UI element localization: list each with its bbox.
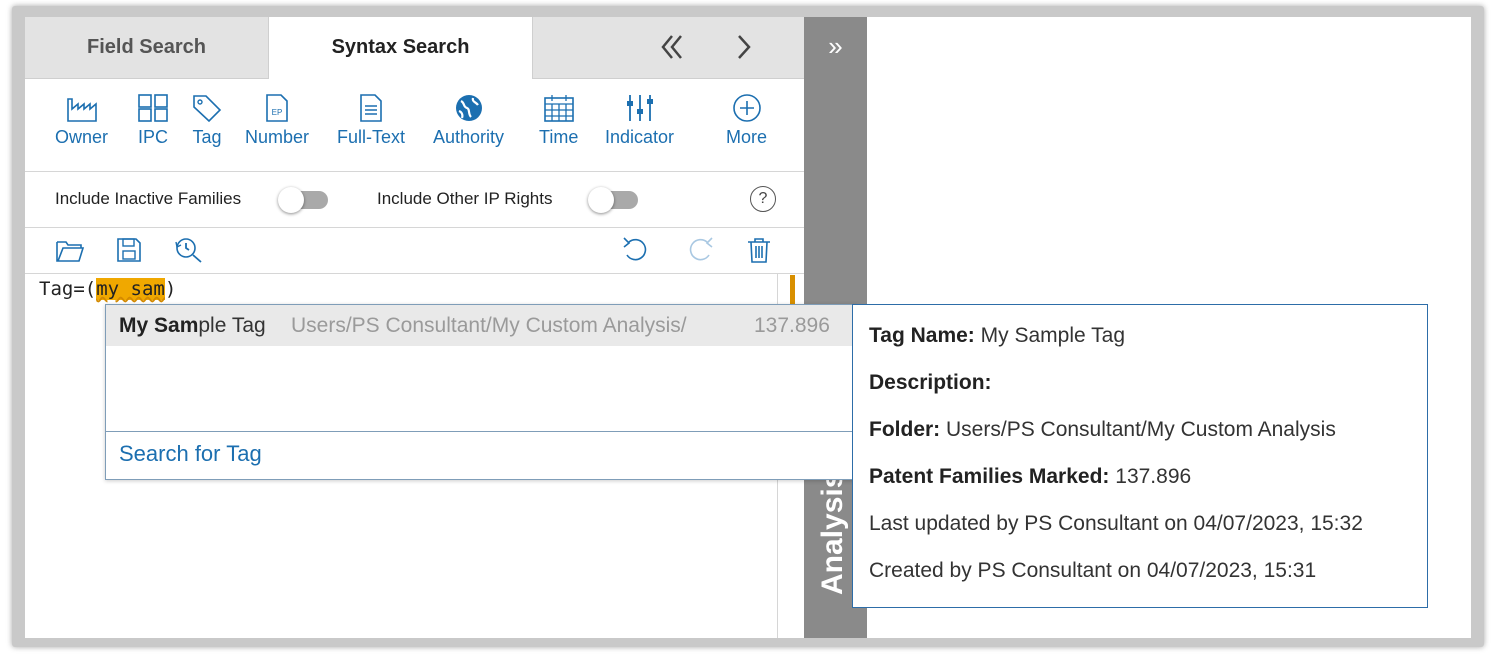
detail-last-updated: Last updated by PS Consultant on 04/07/2… bbox=[869, 512, 1363, 535]
dropdown-footer: Search for Tag bbox=[106, 431, 858, 480]
suggestion-path: Users/PS Consultant/My Custom Analysis/ bbox=[291, 314, 687, 337]
detail-description: Description: bbox=[869, 371, 992, 394]
tool-time-button[interactable]: Time bbox=[539, 93, 578, 148]
tool-owner-button[interactable]: Owner bbox=[55, 93, 108, 148]
detail-folder: Folder: Users/PS Consultant/My Custom An… bbox=[869, 418, 1336, 441]
search-for-tag-link[interactable]: Search for Tag bbox=[119, 441, 262, 467]
screen: Field Search Syntax Search Owner IPC Tag bbox=[25, 17, 1471, 638]
inactive-families-toggle[interactable] bbox=[278, 187, 330, 213]
filter-toggles: Include Inactive Families Include Other … bbox=[25, 172, 804, 228]
other-ip-rights-toggle[interactable] bbox=[588, 187, 640, 213]
tool-number-button[interactable]: EP Number bbox=[245, 93, 309, 148]
detail-tag-name: Tag Name: My Sample Tag bbox=[869, 324, 1126, 347]
suggestion-item[interactable]: My Sample Tag Users/PS Consultant/My Cus… bbox=[106, 305, 858, 346]
query-suffix: ) bbox=[164, 278, 177, 300]
redo-icon[interactable] bbox=[685, 236, 715, 264]
ep-document-icon: EP bbox=[266, 94, 288, 122]
save-icon[interactable] bbox=[115, 236, 143, 264]
tool-ipc-button[interactable]: IPC bbox=[137, 93, 169, 148]
autocomplete-dropdown: My Sample Tag Users/PS Consultant/My Cus… bbox=[105, 304, 859, 480]
tool-tag-button[interactable]: Tag bbox=[191, 93, 223, 148]
tag-icon bbox=[193, 95, 222, 123]
other-ip-rights-label: Include Other IP Rights bbox=[377, 189, 553, 208]
query-prefix: Tag=( bbox=[39, 278, 97, 300]
history-search-icon[interactable] bbox=[173, 236, 205, 264]
factory-icon bbox=[66, 98, 97, 122]
tab-bar: Field Search Syntax Search bbox=[25, 17, 804, 79]
tab-syntax-search[interactable]: Syntax Search bbox=[269, 17, 533, 79]
tab-field-search[interactable]: Field Search bbox=[25, 17, 269, 78]
open-folder-icon[interactable] bbox=[55, 236, 85, 264]
calendar-icon bbox=[543, 95, 574, 122]
help-icon[interactable]: ? bbox=[750, 186, 776, 212]
query-highlight: my sam bbox=[96, 278, 165, 300]
text-document-icon bbox=[360, 94, 382, 122]
query-text[interactable]: Tag=(my sam) bbox=[39, 278, 176, 300]
editor-actions bbox=[25, 228, 804, 274]
globe-icon bbox=[455, 95, 482, 121]
grid-icon bbox=[138, 94, 168, 122]
undo-icon[interactable] bbox=[621, 236, 651, 264]
suggestion-name: My Sample Tag bbox=[119, 314, 266, 337]
svg-text:EP: EP bbox=[272, 108, 283, 117]
detail-families-marked: Patent Families Marked: 137.896 bbox=[869, 465, 1192, 488]
double-chevron-left-icon[interactable] bbox=[647, 17, 697, 78]
editor-marker bbox=[790, 275, 795, 305]
search-tools: Owner IPC Tag EP Number Full-Text Author… bbox=[25, 79, 804, 172]
tool-more-button[interactable]: More bbox=[726, 93, 767, 148]
inactive-families-label: Include Inactive Families bbox=[55, 189, 242, 208]
tag-details-panel: Tag Name: My Sample Tag Description: Fol… bbox=[852, 304, 1428, 608]
plus-circle-icon bbox=[732, 94, 761, 122]
tool-indicator-button[interactable]: Indicator bbox=[605, 93, 674, 148]
sliders-icon bbox=[626, 95, 653, 121]
expand-panel-icon[interactable]: » bbox=[804, 31, 867, 62]
tool-fulltext-button[interactable]: Full-Text bbox=[337, 93, 405, 148]
trash-icon[interactable] bbox=[745, 236, 773, 264]
suggestion-count: 137.896 bbox=[754, 314, 830, 337]
detail-created: Created by PS Consultant on 04/07/2023, … bbox=[869, 559, 1317, 582]
chevron-right-icon[interactable] bbox=[719, 17, 769, 78]
tool-authority-button[interactable]: Authority bbox=[433, 93, 504, 148]
analysis-strip-label[interactable]: Analysis bbox=[816, 472, 850, 595]
